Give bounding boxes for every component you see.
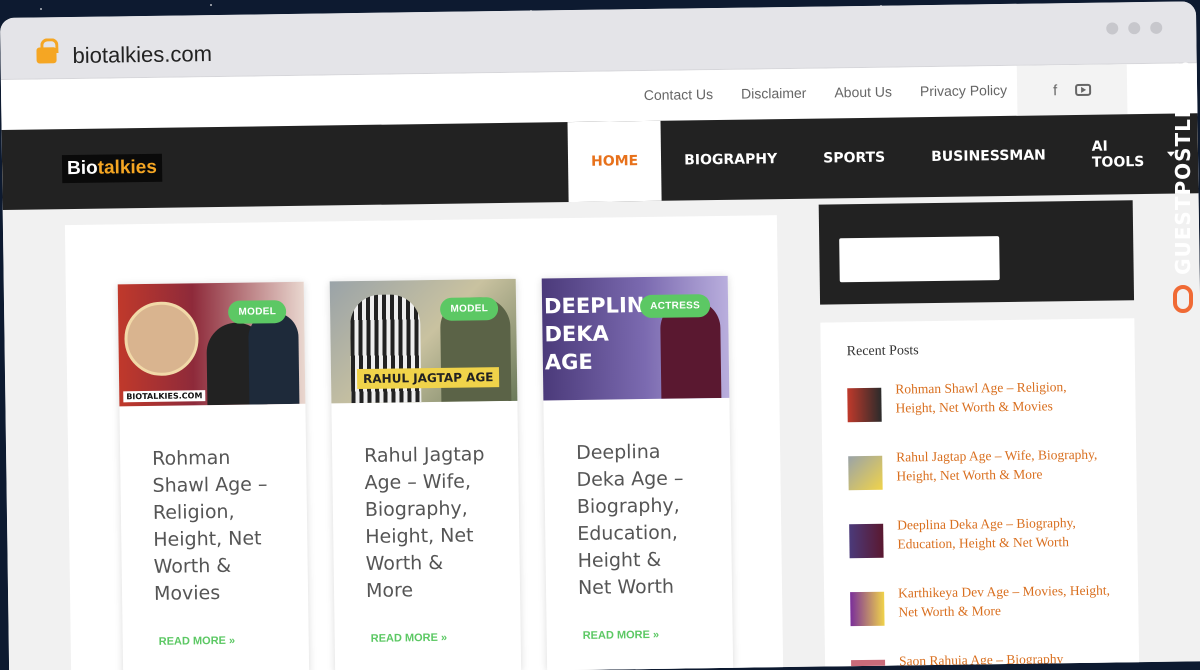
nav-businessman[interactable]: BUSINESSMAN <box>908 115 1070 197</box>
category-badge[interactable]: ACTRESS <box>640 294 711 319</box>
post-thumbnail[interactable] <box>850 591 885 627</box>
post-thumbnail[interactable] <box>849 523 884 559</box>
person-figure <box>248 311 300 405</box>
address-bar[interactable]: biotalkies.com <box>72 41 212 69</box>
posts-grid: BIOTALKIES.COM MODEL Rohman Shawl Age – … <box>64 215 784 670</box>
recent-post-link[interactable]: Karthikeya Dev Age – Movies, Height, Net… <box>898 581 1113 622</box>
list-item[interactable]: Karthikeya Dev Age – Movies, Height, Net… <box>850 581 1113 627</box>
post-thumbnail[interactable]: DEEPLINA DEKA AGE ACTRESS <box>541 275 730 401</box>
main-menu: HOME BIOGRAPHY SPORTS BUSINESSMAN AI TOO… <box>567 113 1199 203</box>
image-caption: RAHUL JAGTAP AGE <box>356 367 500 390</box>
window-controls <box>1106 21 1163 35</box>
list-item[interactable]: Saon Rahuia Age – Biography <box>851 649 1114 670</box>
search-input[interactable] <box>839 236 1000 283</box>
nav-biography[interactable]: BIOGRAPHY <box>661 119 801 201</box>
image-caption: BIOTALKIES.COM <box>123 390 206 403</box>
read-more-link[interactable]: READ MORE » <box>159 635 236 648</box>
window-dot-icon[interactable] <box>1150 21 1163 34</box>
recent-post-link[interactable]: Saon Rahuia Age – Biography <box>899 649 1063 670</box>
list-item[interactable]: Rohman Shawl Age – Religion, Height, Net… <box>847 377 1110 423</box>
post-thumbnail[interactable] <box>848 455 883 491</box>
lock-icon <box>36 47 57 64</box>
post-card[interactable]: BIOTALKIES.COM MODEL Rohman Shawl Age – … <box>117 281 310 670</box>
nav-sports[interactable]: SPORTS <box>800 117 909 199</box>
category-badge[interactable]: MODEL <box>440 297 499 321</box>
main-navbar: Biotalkies HOME BIOGRAPHY SPORTS BUSINES… <box>1 113 1199 210</box>
read-more-link[interactable]: READ MORE » <box>583 629 660 642</box>
youtube-icon[interactable] <box>1075 83 1092 96</box>
logo-text: Bio <box>66 157 98 180</box>
privacy-policy-link[interactable]: Privacy Policy <box>920 82 1007 99</box>
category-badge[interactable]: MODEL <box>228 300 287 324</box>
sidebar-search-widget <box>818 200 1135 305</box>
read-more-link[interactable]: READ MORE » <box>371 632 448 645</box>
about-us-link[interactable]: About Us <box>834 84 892 101</box>
logo-text-accent: talkies <box>97 156 158 179</box>
post-thumbnail[interactable] <box>851 659 886 670</box>
nav-ai-tools-label: AI TOOLS <box>1091 138 1145 171</box>
watermark-text: GUESTPOSTLINKS <box>1171 60 1195 275</box>
guestpostlinks-watermark: GUESTPOSTLINKS <box>1166 60 1200 360</box>
recent-posts-widget: Recent Posts Rohman Shawl Age – Religion… <box>820 318 1140 670</box>
browser-window: biotalkies.com Contact Us Disclaimer Abo… <box>0 1 1200 670</box>
post-thumbnail[interactable] <box>847 387 882 423</box>
post-title[interactable]: Rahul Jagtap Age – Wife, Biography, Heig… <box>331 401 520 606</box>
recent-posts-heading: Recent Posts <box>846 343 919 360</box>
contact-us-link[interactable]: Contact Us <box>644 86 713 103</box>
page-viewport: Contact Us Disclaimer About Us Privacy P… <box>0 63 1200 670</box>
social-links: f <box>1016 64 1128 116</box>
image-caption: DEEPLINA DEKA AGE <box>543 292 661 375</box>
recent-post-link[interactable]: Deeplina Deka Age – Biography, Education… <box>897 513 1112 554</box>
post-thumbnail[interactable]: RAHUL JAGTAP AGE MODEL <box>329 278 518 404</box>
top-links: Contact Us Disclaimer About Us Privacy P… <box>644 82 1008 103</box>
window-dot-icon[interactable] <box>1106 22 1119 35</box>
avatar <box>123 301 200 377</box>
nav-home[interactable]: HOME <box>567 120 662 203</box>
facebook-icon[interactable]: f <box>1053 82 1057 99</box>
list-item[interactable]: Rahul Jagtap Age – Wife, Biography, Heig… <box>848 445 1111 491</box>
post-title[interactable]: Rohman Shawl Age – Religion, Height, Net… <box>119 404 308 609</box>
post-card[interactable]: RAHUL JAGTAP AGE MODEL Rahul Jagtap Age … <box>329 278 522 670</box>
site-logo[interactable]: Biotalkies <box>61 153 163 184</box>
window-dot-icon[interactable] <box>1128 22 1141 35</box>
recent-post-link[interactable]: Rohman Shawl Age – Religion, Height, Net… <box>895 377 1110 418</box>
recent-post-link[interactable]: Rahul Jagtap Age – Wife, Biography, Heig… <box>896 445 1111 486</box>
link-icon <box>1173 284 1193 313</box>
post-title[interactable]: Deeplina Deka Age – Biography, Education… <box>543 398 732 603</box>
list-item[interactable]: Deeplina Deka Age – Biography, Education… <box>849 513 1112 559</box>
post-thumbnail[interactable]: BIOTALKIES.COM MODEL <box>117 281 306 407</box>
disclaimer-link[interactable]: Disclaimer <box>741 85 807 102</box>
post-card[interactable]: DEEPLINA DEKA AGE ACTRESS Deeplina Deka … <box>541 275 734 670</box>
